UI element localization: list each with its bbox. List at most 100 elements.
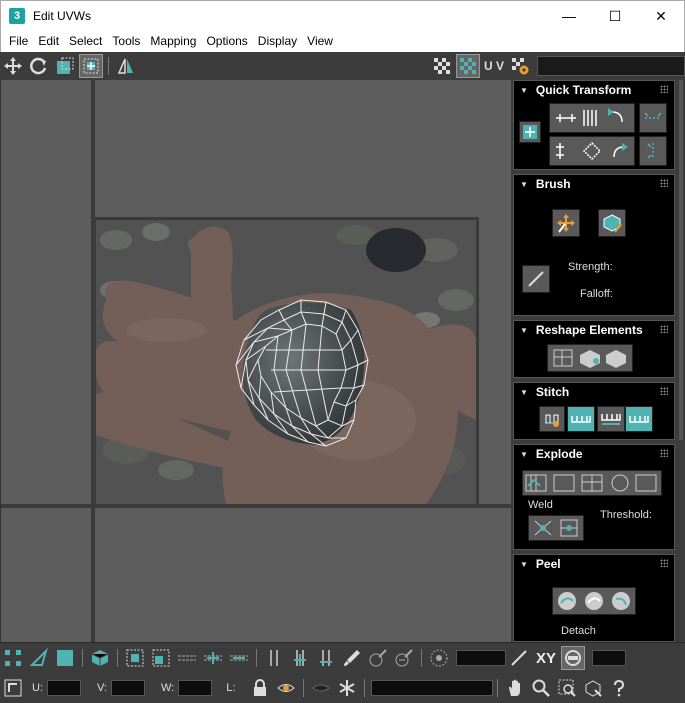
threshold-label: Threshold: [600, 509, 652, 521]
reshape-buttons[interactable] [547, 344, 633, 372]
menu-edit[interactable]: Edit [34, 34, 63, 48]
menu-display[interactable]: Display [254, 34, 301, 48]
grip-icon[interactable] [660, 387, 668, 395]
align-buttons-bottom[interactable] [549, 136, 635, 166]
peel-rollout: ▼ Peel Detach [513, 554, 675, 642]
paint-select-icon[interactable] [340, 646, 364, 670]
tool-panel: ▼ Quick Transform ▼ Brush Strength: Fall… [511, 80, 685, 642]
align-vertical-button[interactable] [639, 136, 667, 166]
uv-viewport[interactable] [0, 80, 511, 642]
ring-shrink-icon[interactable] [314, 646, 338, 670]
face-mode-icon[interactable] [53, 646, 77, 670]
uv-space-label[interactable]: U V [484, 59, 504, 73]
close-button[interactable]: ✕ [638, 1, 684, 31]
grip-icon[interactable] [660, 325, 668, 333]
selection-set-field[interactable] [371, 680, 494, 696]
freeze-snowflake-icon[interactable] [335, 676, 359, 700]
texture-dropdown[interactable] [537, 56, 685, 76]
quick-transform-header[interactable]: ▼ Quick Transform [514, 81, 674, 99]
explode-header[interactable]: ▼ Explode [514, 445, 674, 463]
move-icon[interactable] [1, 54, 25, 78]
u-field[interactable] [47, 680, 81, 696]
pan-hand-icon[interactable] [503, 676, 527, 700]
brush-title: Brush [535, 177, 571, 191]
zoom-icon[interactable] [529, 676, 553, 700]
panel-scrollbar[interactable] [678, 80, 685, 642]
toolbar-separator [108, 57, 109, 75]
edge-mode-icon[interactable] [27, 646, 51, 670]
bottom-toolbar-selection: XY [0, 642, 685, 673]
u-label: U: [32, 682, 43, 694]
brush-rollout: ▼ Brush Strength: Falloff: [513, 174, 675, 316]
vertex-mode-icon[interactable] [1, 646, 25, 670]
loop-grow-icon[interactable] [201, 646, 225, 670]
align-horizontal-button[interactable] [639, 103, 667, 133]
reshape-elements-header[interactable]: ▼ Reshape Elements [514, 321, 674, 339]
help-icon[interactable] [607, 676, 631, 700]
ring-select-icon[interactable] [262, 646, 286, 670]
menu-file[interactable]: File [5, 34, 32, 48]
paint-grow-icon[interactable] [366, 646, 390, 670]
soft-selection-icon[interactable] [427, 646, 451, 670]
shrink-selection-icon[interactable] [149, 646, 173, 670]
stitch-custom-button[interactable] [539, 406, 565, 432]
stitch-average-button[interactable] [597, 406, 625, 432]
absolute-mode-icon[interactable] [1, 676, 25, 700]
menu-tools[interactable]: Tools [108, 34, 144, 48]
options-gear-icon[interactable] [508, 54, 532, 78]
menu-mapping[interactable]: Mapping [146, 34, 200, 48]
paint-move-button[interactable] [552, 209, 580, 237]
maximize-button[interactable]: ☐ [592, 1, 638, 31]
weld-buttons[interactable] [528, 515, 584, 541]
loop-select-icon[interactable] [175, 646, 199, 670]
checker-icon[interactable] [430, 54, 454, 78]
show-map-icon[interactable] [455, 54, 480, 78]
rotate-icon[interactable] [27, 54, 51, 78]
paint-shrink-icon[interactable] [392, 646, 416, 670]
zoom-extents-icon[interactable] [581, 676, 605, 700]
peel-buttons[interactable] [552, 587, 636, 615]
falloff-label: Falloff: [580, 288, 613, 300]
menu-view[interactable]: View [303, 34, 337, 48]
peel-title: Peel [535, 557, 561, 571]
weld-label: Weld [528, 499, 553, 511]
hide-eye-icon[interactable] [309, 676, 333, 700]
ring-grow-icon[interactable] [288, 646, 312, 670]
menu-options[interactable]: Options [202, 34, 251, 48]
grow-selection-icon[interactable] [123, 646, 147, 670]
stitch-header[interactable]: ▼ Stitch [514, 383, 674, 401]
xy-toggle[interactable]: XY [536, 650, 556, 667]
grip-icon[interactable] [660, 179, 668, 187]
falloff-line-icon[interactable] [507, 646, 531, 670]
grip-icon[interactable] [660, 559, 668, 567]
menu-select[interactable]: Select [65, 34, 106, 48]
zoom-region-icon[interactable] [555, 676, 579, 700]
align-buttons-top[interactable] [549, 103, 635, 133]
freeform-icon[interactable] [79, 54, 103, 78]
grip-icon[interactable] [660, 85, 668, 93]
stitch-to-source-button[interactable] [625, 406, 653, 432]
loop-shrink-icon[interactable] [227, 646, 251, 670]
w-field[interactable] [178, 680, 213, 696]
set-pivot-button[interactable] [519, 121, 541, 143]
grip-icon[interactable] [660, 449, 668, 457]
brush-pick-button[interactable] [522, 265, 550, 293]
show-hidden-icon[interactable] [274, 676, 298, 700]
minimize-button[interactable]: — [546, 1, 592, 31]
peel-header[interactable]: ▼ Peel [514, 555, 674, 573]
scrollbar-thumb[interactable] [679, 80, 683, 440]
stitch-to-target-button[interactable] [567, 406, 595, 432]
v-field[interactable] [111, 680, 145, 696]
limit-edges-icon[interactable] [561, 646, 586, 670]
brush-header[interactable]: ▼ Brush [514, 175, 674, 193]
lock-icon[interactable] [248, 676, 272, 700]
limit-field[interactable] [592, 650, 627, 666]
relax-brush-button[interactable] [598, 209, 626, 237]
quick-transform-title: Quick Transform [535, 83, 632, 97]
mirror-icon[interactable] [114, 54, 138, 78]
falloff-field[interactable] [456, 650, 506, 666]
scale-icon[interactable] [53, 54, 77, 78]
element-mode-icon[interactable] [88, 646, 112, 670]
toolbar-separator [117, 649, 118, 667]
explode-buttons[interactable] [522, 470, 662, 496]
